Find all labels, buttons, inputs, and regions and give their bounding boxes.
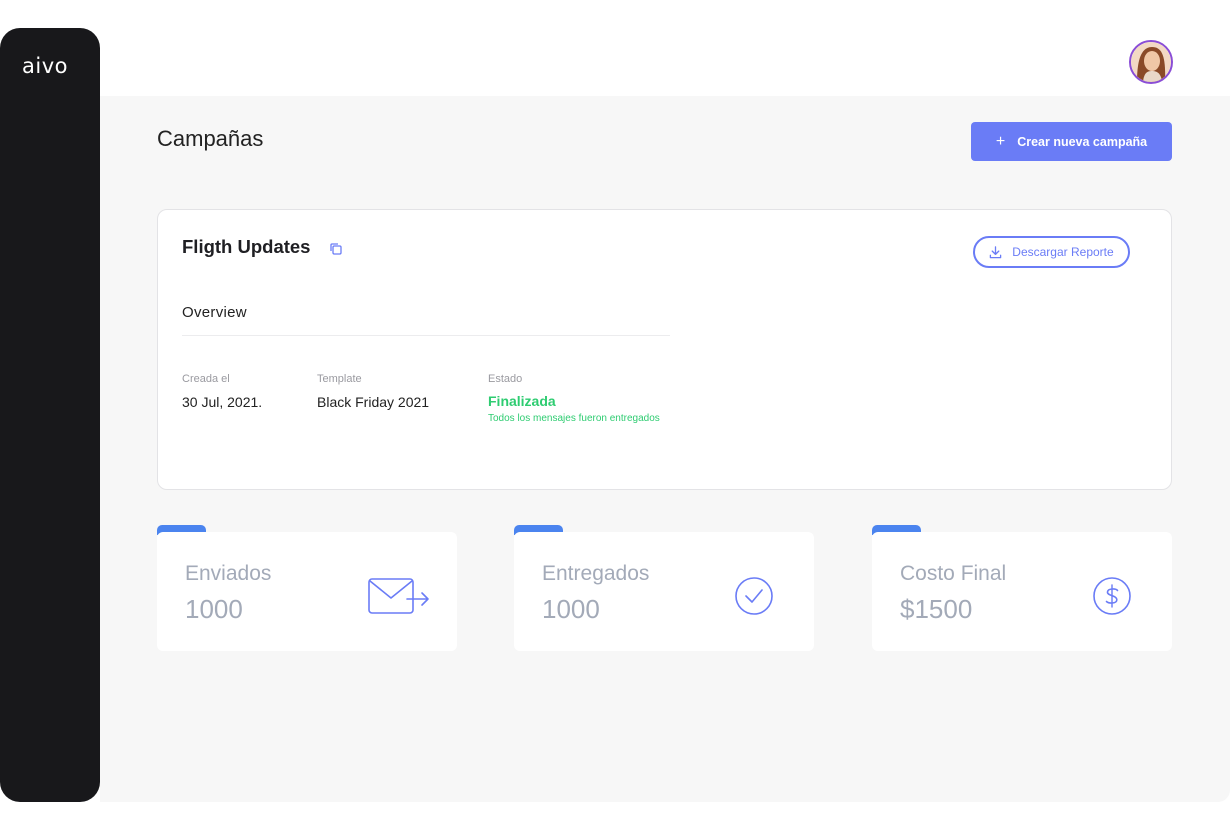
stat-card-delivered: Entregados 1000 xyxy=(514,532,814,651)
status-value: Finalizada xyxy=(488,393,556,409)
avatar[interactable] xyxy=(1129,40,1173,84)
download-report-label: Descargar Reporte xyxy=(1012,245,1114,259)
stat-value: $1500 xyxy=(900,594,973,624)
stat-card-cost: Costo Final $1500 xyxy=(872,532,1172,651)
stat-label: Enviados xyxy=(185,562,272,585)
stat-card-sent: Enviados 1000 xyxy=(157,532,457,651)
copy-icon[interactable] xyxy=(328,241,344,257)
create-campaign-button[interactable]: + Crear nueva campaña xyxy=(971,122,1172,161)
check-circle-icon xyxy=(735,577,773,615)
stat-label: Costo Final xyxy=(900,562,1007,585)
campaign-card: Fligth Updates Descargar Reporte Overvie… xyxy=(157,209,1172,490)
sidebar: aivo xyxy=(0,28,100,802)
stat-value: 1000 xyxy=(185,594,243,624)
overview-heading: Overview xyxy=(182,304,247,321)
app-logo[interactable]: aivo xyxy=(22,54,68,78)
top-bar xyxy=(100,0,1230,96)
template-label: Template xyxy=(317,373,362,385)
stat-label: Entregados xyxy=(542,562,650,585)
template-value: Black Friday 2021 xyxy=(317,394,430,410)
created-value: 30 Jul, 2021. xyxy=(182,394,263,410)
create-campaign-label: Crear nueva campaña xyxy=(1017,134,1148,149)
download-report-button[interactable]: Descargar Reporte xyxy=(973,236,1130,268)
campaign-name: Fligth Updates xyxy=(182,236,311,257)
dollar-circle-icon xyxy=(1093,577,1131,615)
plus-icon: + xyxy=(995,132,1006,150)
avatar-image xyxy=(1131,42,1171,82)
created-label: Creada el xyxy=(182,373,230,385)
send-mail-icon xyxy=(368,578,429,614)
page-title: Campañas xyxy=(157,126,264,151)
stat-value: 1000 xyxy=(542,594,600,624)
main-content: Campañas + Crear nueva campaña Fligth Up… xyxy=(100,96,1230,802)
download-icon xyxy=(990,245,1002,258)
overview-divider xyxy=(182,335,670,336)
status-label: Estado xyxy=(488,373,523,385)
status-note: Todos los mensajes fueron entregados xyxy=(488,413,660,424)
